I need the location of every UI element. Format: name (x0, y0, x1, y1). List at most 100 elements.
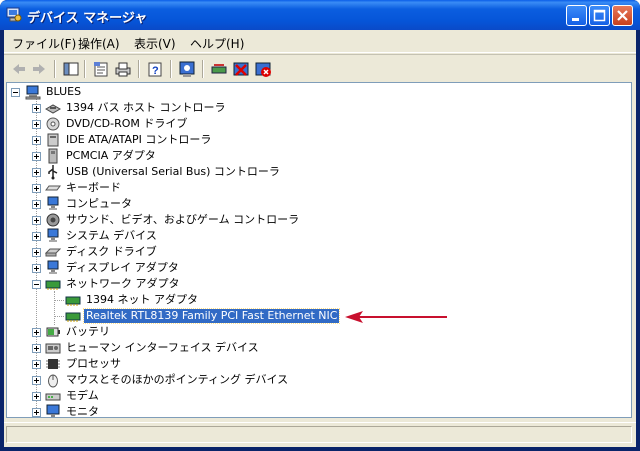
expand-toggle[interactable] (32, 264, 41, 273)
menu-action[interactable]: 操作(A) (78, 35, 120, 52)
back-icon[interactable] (10, 60, 28, 78)
collapse-toggle[interactable] (32, 280, 41, 289)
mouse-icon (48, 374, 58, 388)
battery-icon (46, 327, 60, 337)
menu-bar: ファイル(F) 操作(A) 表示(V) ヘルプ(H) (4, 30, 636, 53)
network-adapter-icon (45, 280, 61, 290)
tree-connector (54, 291, 56, 325)
tree-item-label: モデム (66, 389, 99, 402)
computer-icon (25, 85, 41, 100)
print-icon[interactable] (114, 60, 132, 78)
system-device-icon (47, 228, 59, 242)
tree-item-label: バッテリ (66, 325, 110, 338)
expand-toggle[interactable] (32, 360, 41, 369)
menu-view[interactable]: 表示(V) (134, 35, 176, 52)
tree-item-label: キーボード (66, 181, 121, 194)
device-manager-icon (6, 7, 22, 22)
menu-help[interactable]: ヘルプ(H) (190, 35, 244, 52)
uninstall-device-icon[interactable] (254, 60, 272, 78)
expand-toggle[interactable] (32, 136, 41, 145)
expand-toggle[interactable] (32, 152, 41, 161)
toolbar-separator (138, 60, 140, 78)
expand-toggle[interactable] (32, 216, 41, 225)
keyboard-icon (45, 185, 61, 191)
expand-toggle[interactable] (32, 104, 41, 113)
expand-toggle[interactable] (32, 200, 41, 209)
tree-item-label: システム デバイス (66, 229, 157, 242)
status-bar (4, 422, 636, 445)
expand-toggle[interactable] (32, 168, 41, 177)
update-driver-icon[interactable] (210, 60, 228, 78)
window-body: ファイル(F) 操作(A) 表示(V) ヘルプ(H) ? BLUES 1394 … (4, 30, 636, 447)
tree-item-label: ディスク ドライブ (66, 245, 157, 258)
modem-icon (45, 393, 61, 401)
properties-icon[interactable] (92, 60, 110, 78)
status-panel (6, 426, 632, 443)
expand-toggle[interactable] (32, 232, 41, 241)
cdrom-drive-icon (46, 117, 60, 131)
tree-item-label: モニタ (66, 405, 99, 418)
scan-hardware-icon[interactable] (178, 60, 196, 78)
tree-item-label: ネットワーク アダプタ (66, 277, 180, 290)
close-icon (617, 10, 628, 21)
svg-text:?: ? (152, 65, 159, 77)
tree-item-label: マウスとそのほかのポインティング デバイス (66, 373, 289, 386)
ide-controller-icon (47, 133, 59, 147)
toolbar-separator (84, 60, 86, 78)
close-button[interactable] (612, 5, 633, 26)
window-title: デバイス マネージャ (27, 11, 148, 26)
tree-item-label: 1394 ネット アダプタ (86, 293, 198, 306)
toolbar-separator (170, 60, 172, 78)
sound-icon (46, 213, 60, 227)
tree-root-label: BLUES (46, 85, 82, 98)
minimize-icon (572, 18, 579, 21)
forward-icon[interactable] (30, 60, 48, 78)
tree-item-label: IDE ATA/ATAPI コントローラ (66, 133, 212, 146)
expand-toggle[interactable] (32, 392, 41, 401)
toolbar: ? (4, 54, 636, 83)
device-tree[interactable]: BLUES 1394 バス ホスト コントローラ DVD/CD-ROM ドライブ… (6, 82, 632, 418)
tree-item-label: ディスプレイ アダプタ (66, 261, 179, 274)
tree-item-label: 1394 バス ホスト コントローラ (66, 101, 226, 114)
expand-toggle[interactable] (32, 344, 41, 353)
expand-toggle[interactable] (32, 248, 41, 257)
toolbar-separator (54, 60, 56, 78)
network-card-icon (65, 312, 81, 322)
network-card-icon (65, 296, 81, 306)
expand-toggle[interactable] (32, 408, 41, 417)
annotation-arrow-icon (345, 311, 447, 323)
title-bar[interactable]: デバイス マネージャ (0, 0, 640, 30)
computer-icon (47, 196, 59, 210)
expand-toggle[interactable] (32, 328, 41, 337)
collapse-toggle[interactable] (11, 88, 20, 97)
maximize-icon (593, 9, 606, 22)
tree-item-label: DVD/CD-ROM ドライブ (66, 117, 188, 130)
tree-item-label: コンピュータ (66, 197, 132, 210)
menu-file[interactable]: ファイル(F) (12, 35, 76, 52)
tree-item-label: Realtek RTL8139 Family PCI Fast Ethernet… (82, 308, 341, 324)
tree-connector (55, 316, 64, 318)
pcmcia-adapter-icon (48, 148, 58, 164)
tree-item-label: プロセッサ (66, 357, 121, 370)
tree-item-label: PCMCIA アダプタ (66, 149, 156, 162)
toolbar-separator (202, 60, 204, 78)
expand-toggle[interactable] (32, 120, 41, 129)
monitor-icon (46, 404, 60, 417)
1394-controller-icon (45, 104, 61, 114)
disk-drive-icon (45, 248, 61, 257)
expand-toggle[interactable] (32, 184, 41, 193)
usb-icon (48, 165, 58, 180)
disable-device-icon[interactable] (232, 60, 250, 78)
processor-icon (46, 359, 60, 369)
tree-item-label: USB (Universal Serial Bus) コントローラ (66, 165, 280, 178)
hid-icon (45, 343, 61, 354)
tree-item-label: サウンド、ビデオ、およびゲーム コントローラ (66, 213, 300, 226)
tree-item-label: ヒューマン インターフェイス デバイス (66, 341, 259, 354)
maximize-button[interactable] (589, 5, 610, 26)
help-icon[interactable]: ? (146, 60, 164, 78)
tree-connector (55, 300, 64, 302)
show-hide-console-tree-icon[interactable] (62, 60, 80, 78)
expand-toggle[interactable] (32, 376, 41, 385)
minimize-button[interactable] (566, 5, 587, 26)
display-adapter-icon (47, 260, 59, 274)
